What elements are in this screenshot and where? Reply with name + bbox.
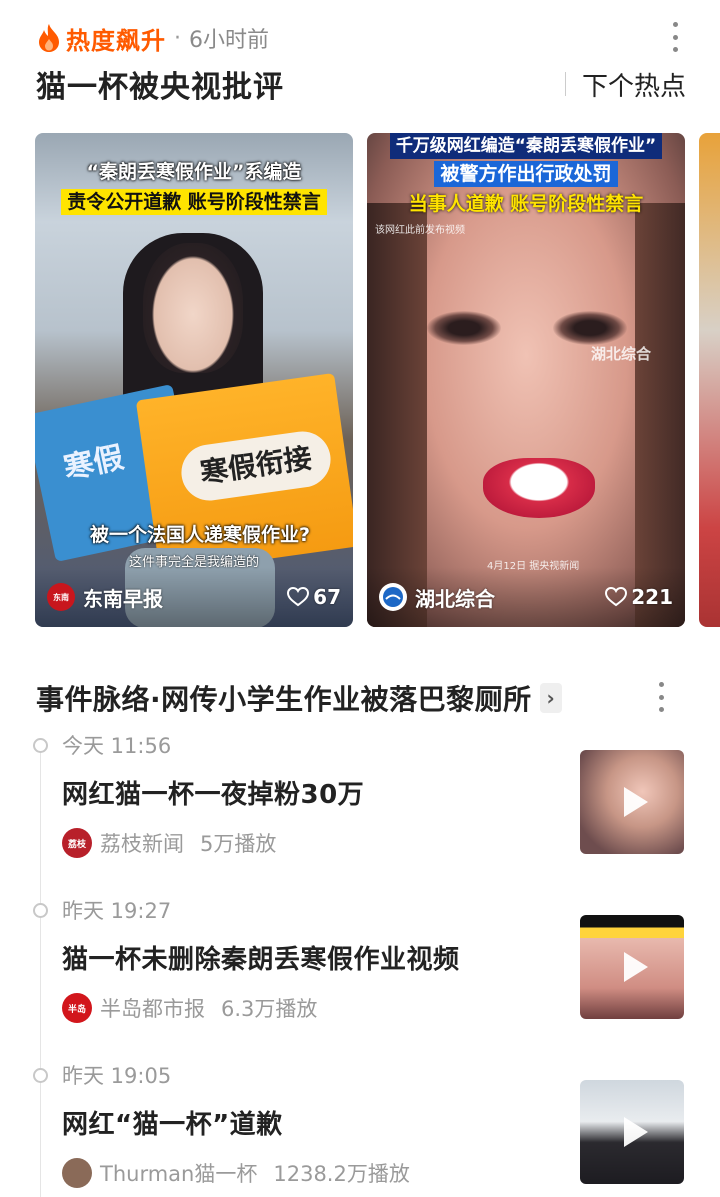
like-count: 67 xyxy=(313,585,341,609)
divider xyxy=(564,72,566,96)
play-icon xyxy=(624,787,648,817)
item-meta: 半岛 半岛都市报 6.3万播放 xyxy=(62,993,317,1023)
video-thumbnail[interactable] xyxy=(580,915,684,1019)
card-footer: 湖北综合 221 xyxy=(367,567,685,627)
source-name[interactable]: 湖北综合 xyxy=(415,583,495,612)
avatar xyxy=(62,1158,92,1188)
person-face xyxy=(143,243,243,373)
timeline-dot xyxy=(33,738,48,753)
eye-right xyxy=(553,311,627,345)
video-card-1[interactable]: “秦朗丢寒假作业”系编造 责令公开道歉 账号阶段性禁言 寒假 寒假衔接 被一个法… xyxy=(35,133,353,627)
topic-title[interactable]: 猫一杯被央视批评 xyxy=(36,62,284,106)
video-subtitle: 被一个法国人递寒假作业? xyxy=(89,524,311,546)
item-time: 昨天 19:05 xyxy=(62,1064,172,1088)
timeline-dot xyxy=(33,903,48,918)
item-time: 今天 11:56 xyxy=(62,734,172,758)
item-meta: 荔枝 荔枝新闻 5万播放 xyxy=(62,828,276,858)
item-plays: 5万播放 xyxy=(200,832,277,856)
headline-line-2: 责令公开道歉 账号阶段性禁言 xyxy=(35,189,353,215)
heart-icon xyxy=(605,587,628,607)
timeline-item[interactable]: 昨天 19:05 网红“猫一杯”道歉 Thurman猫一杯 1238.2万播放 xyxy=(0,1060,720,1197)
video-carousel[interactable]: “秦朗丢寒假作业”系编造 责令公开道歉 账号阶段性禁言 寒假 寒假衔接 被一个法… xyxy=(35,133,720,627)
source-logo-icon: 半岛 xyxy=(62,993,92,1023)
timeline-item[interactable]: 今天 11:56 网红猫一杯一夜掉粉30万 荔枝 荔枝新闻 5万播放 xyxy=(0,730,720,895)
headline-line-1: 千万级网红编造“秦朗丢寒假作业” xyxy=(367,133,685,159)
headline-line-2: 被警方作出行政处罚 xyxy=(367,161,685,187)
event-title[interactable]: 事件脉络·网传小学生作业被落巴黎厕所 xyxy=(36,678,532,718)
item-time: 昨天 19:27 xyxy=(62,899,172,923)
eye-left xyxy=(427,311,501,345)
more-options-icon[interactable] xyxy=(672,22,678,52)
event-timeline-header[interactable]: 事件脉络·网传小学生作业被落巴黎厕所 › xyxy=(36,678,684,718)
item-title[interactable]: 猫一杯未删除秦朗丢寒假作业视频 xyxy=(62,939,460,976)
note-text: 该网红此前发布视频 xyxy=(375,225,465,236)
watermark: 湖北综合 xyxy=(591,345,652,363)
separator: · xyxy=(174,25,181,51)
video-thumbnail[interactable] xyxy=(580,1080,684,1184)
source-logo-icon: 荔枝 xyxy=(62,828,92,858)
card-footer: 东南 东南早报 67 xyxy=(35,567,353,627)
video-card-2[interactable]: 千万级网红编造“秦朗丢寒假作业” 被警方作出行政处罚 当事人道歉 账号阶段性禁言… xyxy=(367,133,685,627)
next-hot-label: 下个热点 xyxy=(581,71,686,102)
item-plays: 6.3万播放 xyxy=(221,997,318,1021)
source-logo-icon: 东南 xyxy=(47,583,75,611)
item-source[interactable]: Thurman猫一杯 xyxy=(100,1158,257,1188)
like-button[interactable]: 221 xyxy=(605,585,673,609)
next-hot-button[interactable]: 下个热点 xyxy=(564,66,686,103)
hair-left xyxy=(367,203,427,627)
source-logo-icon xyxy=(379,583,407,611)
hair-right xyxy=(635,203,685,627)
item-source[interactable]: 荔枝新闻 xyxy=(100,828,184,858)
timeline-item[interactable]: 昨天 19:27 猫一杯未删除秦朗丢寒假作业视频 半岛 半岛都市报 6.3万播放 xyxy=(0,895,720,1060)
headline-line-1: “秦朗丢寒假作业”系编造 xyxy=(86,161,302,183)
heart-icon xyxy=(287,587,310,607)
item-title[interactable]: 网红猫一杯一夜掉粉30万 xyxy=(62,774,364,811)
hot-header: 热度飙升 · 6小时前 xyxy=(36,18,690,58)
item-meta: Thurman猫一杯 1238.2万播放 xyxy=(62,1158,410,1188)
item-source[interactable]: 半岛都市报 xyxy=(100,993,205,1023)
video-thumbnail[interactable] xyxy=(580,750,684,854)
video-card-3-partial[interactable] xyxy=(699,133,720,627)
flame-icon xyxy=(39,24,59,52)
play-icon xyxy=(624,952,648,982)
post-time: 6小时前 xyxy=(189,28,269,53)
item-plays: 1238.2万播放 xyxy=(273,1162,410,1186)
hot-tag: 热度飙升 xyxy=(66,26,166,55)
play-icon xyxy=(624,1117,648,1147)
chevron-right-icon[interactable]: › xyxy=(539,683,562,713)
like-count: 221 xyxy=(631,585,673,609)
item-title[interactable]: 网红“猫一杯”道歉 xyxy=(62,1104,283,1141)
like-button[interactable]: 67 xyxy=(287,585,341,609)
headline-line-3: 当事人道歉 账号阶段性禁言 xyxy=(408,193,644,215)
topic-row: 猫一杯被央视批评 下个热点 xyxy=(36,62,686,106)
timeline-dot xyxy=(33,1068,48,1083)
mouth xyxy=(483,458,595,518)
more-options-icon[interactable] xyxy=(658,682,664,712)
source-name[interactable]: 东南早报 xyxy=(83,583,163,612)
